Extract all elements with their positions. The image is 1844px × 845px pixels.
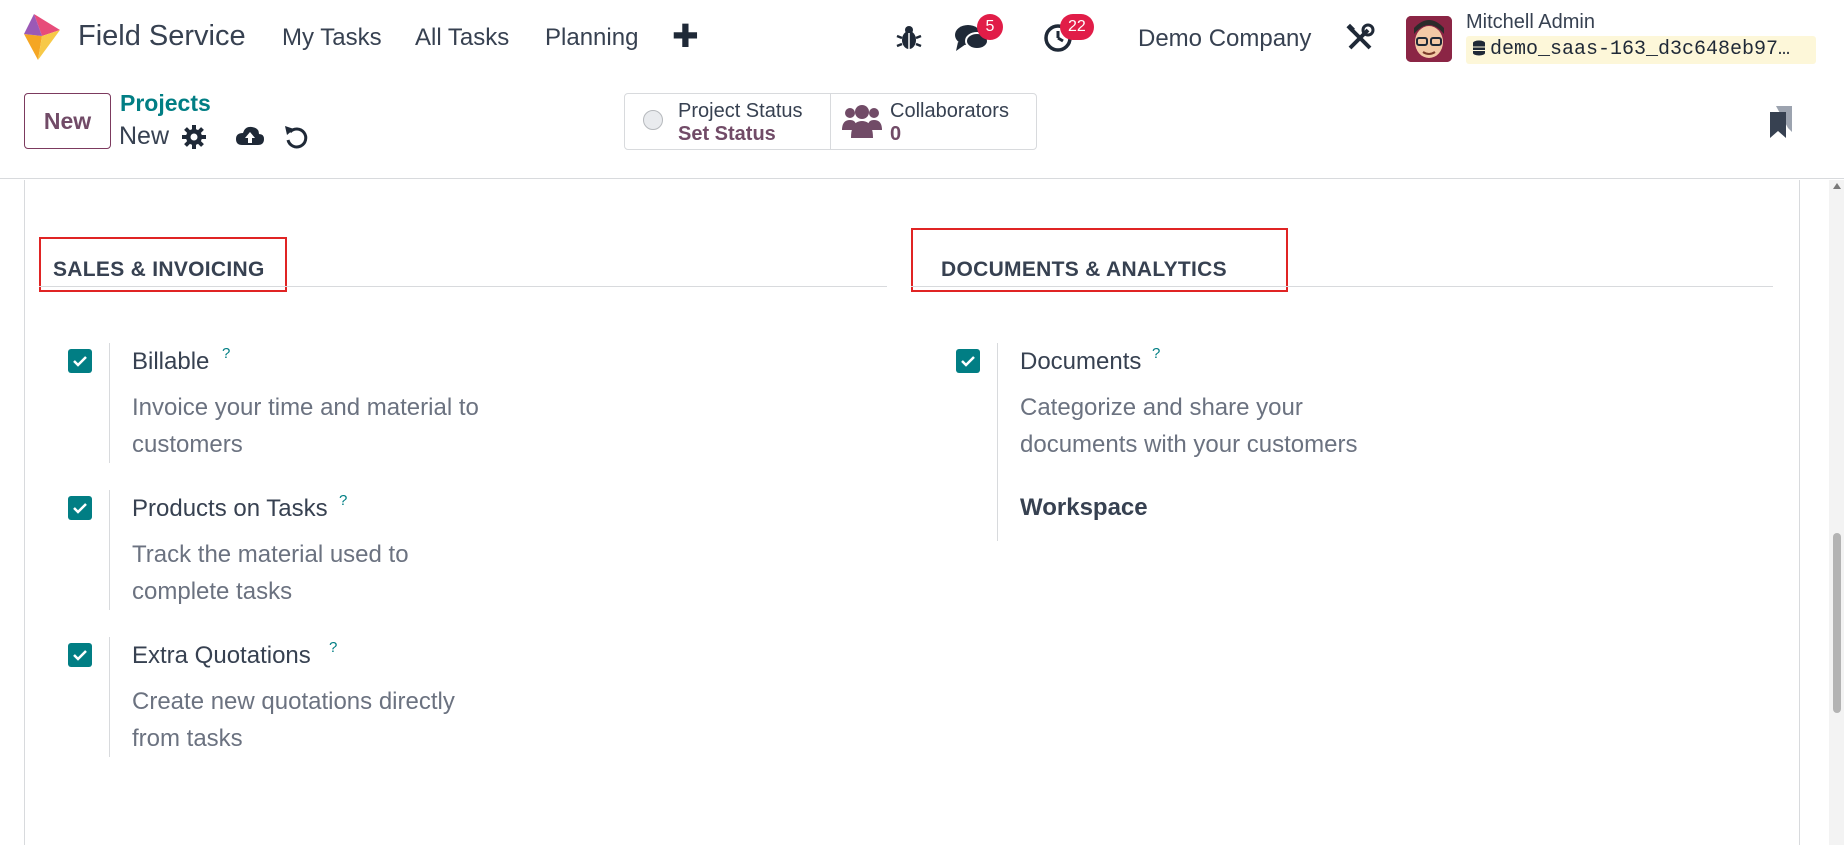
cloud-upload-icon[interactable] <box>235 123 265 151</box>
menu-my-tasks[interactable]: My Tasks <box>282 24 382 52</box>
sales-section-title: SALES & INVOICING <box>53 258 265 281</box>
database-icon <box>1473 40 1485 56</box>
avatar[interactable] <box>1406 16 1452 62</box>
check-icon <box>73 503 87 514</box>
messages-badge: 5 <box>977 14 1003 40</box>
bug-icon[interactable] <box>893 22 925 54</box>
extra-quotations-title: Extra Quotations <box>132 642 311 669</box>
products-on-tasks-help-icon[interactable]: ? <box>339 492 347 509</box>
breadcrumb-current: New <box>119 122 170 150</box>
add-menu-button[interactable]: ✚ <box>672 20 699 52</box>
breadcrumb-projects[interactable]: Projects <box>120 90 211 117</box>
status-indicator <box>643 110 663 130</box>
setting-rule <box>997 343 998 541</box>
avatar-image <box>1406 16 1452 62</box>
collaborators-label: Collaborators <box>890 100 1009 122</box>
check-icon <box>961 356 975 367</box>
top-navbar: Field Service My Tasks All Tasks Plannin… <box>0 0 1844 76</box>
extra-quotations-description: Create new quotations directly from task… <box>132 688 455 752</box>
project-status-button[interactable]: Project Status Set Status <box>625 94 830 149</box>
billable-help-icon[interactable]: ? <box>222 345 230 362</box>
products-on-tasks-title: Products on Tasks <box>132 495 328 522</box>
user-name[interactable]: Mitchell Admin <box>1466 11 1595 34</box>
documents-checkbox[interactable] <box>956 349 980 373</box>
billable-checkbox[interactable] <box>68 349 92 373</box>
documents-description: Categorize and share your documents with… <box>1020 394 1358 458</box>
activities-badge: 22 <box>1060 14 1094 40</box>
scroll-thumb[interactable] <box>1833 533 1841 713</box>
tools-icon[interactable] <box>1344 22 1376 54</box>
undo-icon[interactable] <box>283 123 311 151</box>
check-icon <box>73 356 87 367</box>
new-button[interactable]: New <box>24 93 111 149</box>
scrollbar[interactable] <box>1829 180 1844 845</box>
smart-buttons: Project Status Set Status Collaborators … <box>624 93 1037 150</box>
documents-help-icon[interactable]: ? <box>1152 345 1160 362</box>
app-name[interactable]: Field Service <box>78 20 246 53</box>
control-panel: New Projects New Project Status Set Stat… <box>0 76 1844 179</box>
bookmark-icon[interactable] <box>1770 106 1794 138</box>
documents-section-divider <box>911 286 1773 287</box>
collaborators-count: 0 <box>890 123 902 145</box>
form-sheet: SALES & INVOICING Billable ? Invoice you… <box>24 180 1800 845</box>
company-switcher[interactable]: Demo Company <box>1138 25 1311 53</box>
setting-rule <box>109 637 110 757</box>
gear-icon[interactable] <box>181 124 207 150</box>
products-on-tasks-checkbox[interactable] <box>68 496 92 520</box>
database-name-text: demo_saas-163_d3c648eb97… <box>1490 38 1791 61</box>
project-status-label: Project Status <box>678 100 803 122</box>
extra-quotations-help-icon[interactable]: ? <box>329 639 337 656</box>
setting-rule <box>109 343 110 463</box>
sales-section-divider <box>39 286 887 287</box>
app-logo-icon[interactable] <box>24 14 60 60</box>
database-name: demo_saas-163_d3c648eb97… <box>1466 36 1816 64</box>
project-status-value: Set Status <box>678 123 776 145</box>
collaborators-button[interactable]: Collaborators 0 <box>831 94 1037 149</box>
menu-all-tasks[interactable]: All Tasks <box>415 24 509 52</box>
extra-quotations-checkbox[interactable] <box>68 643 92 667</box>
billable-description: Invoice your time and material to custom… <box>132 394 479 458</box>
workspace-label: Workspace <box>1020 494 1148 521</box>
check-icon <box>73 650 87 661</box>
documents-section-title: DOCUMENTS & ANALYTICS <box>941 258 1227 281</box>
users-icon <box>842 105 882 138</box>
documents-title: Documents <box>1020 348 1142 375</box>
menu-planning[interactable]: Planning <box>545 24 638 52</box>
billable-title: Billable <box>132 348 210 375</box>
scroll-up-arrow[interactable] <box>1833 183 1841 189</box>
setting-rule <box>109 490 110 610</box>
products-on-tasks-description: Track the material used to complete task… <box>132 541 409 605</box>
